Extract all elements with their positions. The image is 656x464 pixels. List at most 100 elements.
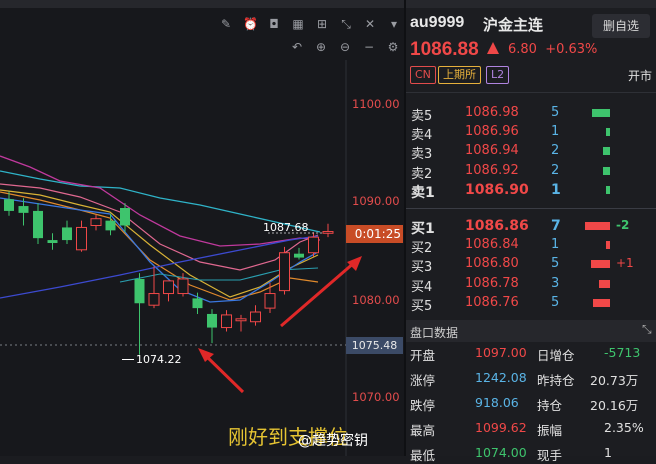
candle-body	[235, 318, 247, 322]
stat-value: 2.35%	[604, 420, 644, 435]
market-data-header[interactable]: 盘口数据 ⤡	[406, 320, 656, 342]
candle-body	[308, 236, 319, 254]
symbol-name: 沪金主连	[483, 16, 544, 34]
remove-watchlist-button[interactable]: 删自选	[592, 14, 650, 38]
stat-value: -5713	[604, 345, 641, 360]
candlestick-chart[interactable]	[0, 0, 404, 456]
bid-row[interactable]: 买5 1086.76 5	[406, 294, 656, 314]
candles-group	[4, 191, 334, 355]
stat-value: 20.73万	[590, 373, 639, 388]
up-arrow-icon	[487, 42, 499, 54]
axis-label-1080: 1080.00	[352, 293, 400, 307]
candle-body	[207, 313, 217, 328]
candle-body	[163, 280, 174, 295]
level-price: 1086.86	[465, 218, 529, 234]
bid-row[interactable]: 买1 1086.86 7 -2	[406, 217, 656, 237]
level-price: 1086.98	[465, 105, 519, 120]
level-qty: 2	[551, 162, 560, 178]
candle-body	[62, 227, 72, 241]
depth-bar	[606, 128, 610, 137]
level-price: 1086.90	[465, 181, 529, 198]
stat-label: 日增仓	[537, 348, 575, 363]
symbol-code: au9999	[410, 14, 465, 31]
bid-row[interactable]: 买2 1086.84 1	[406, 236, 656, 257]
candle-body	[192, 298, 203, 309]
level-qty: 5	[551, 105, 560, 120]
candle-body	[177, 278, 189, 295]
crosshair-price-badge: 1075.48	[346, 337, 403, 354]
stat-label: 昨持仓	[537, 373, 575, 388]
stat-label: 开盘	[410, 348, 436, 363]
candle-body	[47, 240, 58, 243]
level-qty: 7	[551, 218, 561, 234]
tag-exchange: 上期所	[438, 66, 481, 84]
axis-label-1070: 1070.00	[352, 390, 400, 404]
candle	[4, 191, 14, 216]
change-value: 6.80	[508, 42, 537, 57]
ask-row[interactable]: 卖4 1086.96 1	[406, 123, 656, 144]
candle	[235, 314, 247, 332]
level-label: 买1	[411, 221, 435, 237]
tag-cn: CN	[410, 66, 436, 84]
depth-bar	[593, 298, 610, 307]
tag-l2: L2	[486, 66, 510, 84]
candle	[163, 280, 174, 302]
change-percent: +0.63%	[545, 42, 598, 57]
candle	[148, 266, 160, 309]
level-price: 1086.80	[465, 256, 519, 272]
bid-row[interactable]: 买4 1086.78 3	[406, 275, 656, 295]
stat-label: 振幅	[537, 423, 563, 438]
candle-body	[4, 199, 14, 211]
ask-row[interactable]: 卖5 1086.98 5	[406, 104, 656, 124]
level-label: 卖4	[411, 128, 433, 144]
countdown-text: 0:01:25	[354, 227, 401, 241]
candle-body	[134, 278, 145, 304]
depth-bar	[603, 166, 610, 175]
level-label: 买4	[411, 279, 433, 295]
depth-bar	[585, 222, 610, 230]
stat-value: 1099.62	[475, 420, 527, 435]
candle-body	[148, 293, 160, 306]
candle-body	[294, 253, 304, 258]
crosshair-price-text: 1075.48	[351, 339, 398, 352]
candle-body	[90, 218, 102, 226]
high-price-label: 1087.68	[263, 221, 309, 234]
candle	[264, 282, 276, 313]
candle	[134, 273, 145, 355]
level-price: 1086.96	[465, 124, 519, 140]
candle-body	[120, 208, 130, 226]
depth-bar	[603, 147, 610, 156]
low-marker	[122, 359, 134, 360]
level-qty: 1	[551, 124, 560, 140]
depth-bar	[592, 109, 610, 117]
level-qty: 1	[551, 181, 561, 198]
candle-body	[18, 206, 29, 213]
ask-row[interactable]: 卖1 1086.90 1	[406, 181, 656, 201]
level-price: 1086.92	[465, 162, 519, 178]
price-change: 6.80 +0.63%	[508, 42, 597, 57]
last-price: 1086.88	[410, 39, 479, 60]
candle	[90, 214, 102, 231]
market-data-title: 盘口数据	[410, 326, 459, 340]
level-price: 1086.84	[465, 237, 519, 253]
market-status: 开市	[628, 69, 653, 83]
candle	[207, 309, 217, 344]
watermark-text: @趋势密钥	[298, 433, 368, 449]
axis-label-1100: 1100.00	[352, 97, 400, 111]
stat-value: 1242.08	[475, 370, 527, 385]
stat-value: 1	[604, 445, 612, 460]
stat-label: 跌停	[410, 398, 436, 413]
bid-row[interactable]: 买3 1086.80 5 +1	[406, 255, 656, 275]
candle-body	[33, 210, 43, 239]
candle	[62, 220, 72, 244]
collapse-icon[interactable]: ⤡	[642, 322, 652, 337]
level-label: 买2	[411, 241, 433, 257]
level-label: 卖1	[411, 184, 435, 201]
ask-row[interactable]: 卖2 1086.92 2	[406, 162, 656, 182]
level-delta: +1	[616, 256, 634, 271]
level-qty: 2	[551, 143, 560, 159]
candle	[279, 246, 290, 295]
ask-row[interactable]: 卖3 1086.94 2	[406, 142, 656, 163]
candle	[294, 247, 304, 260]
level-label: 卖3	[411, 147, 433, 163]
